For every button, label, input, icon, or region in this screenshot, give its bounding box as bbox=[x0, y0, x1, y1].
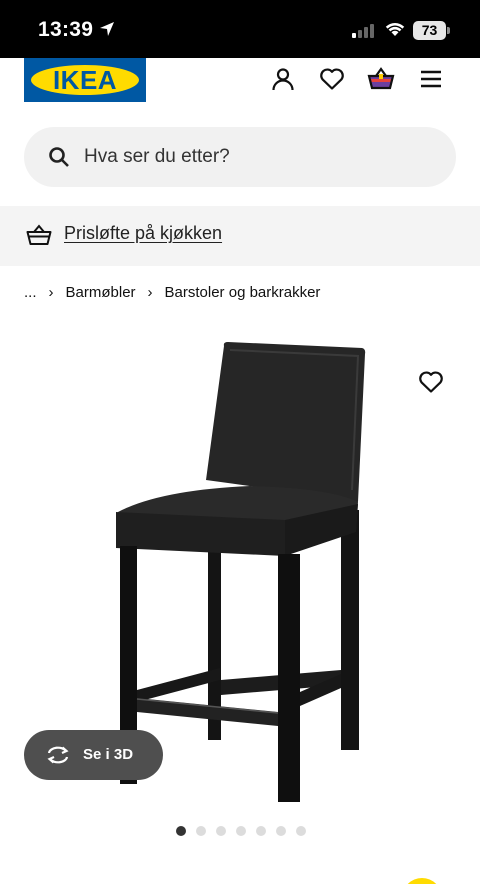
heart-icon bbox=[419, 371, 443, 393]
site-header: IKEA bbox=[0, 58, 480, 110]
heart-icon[interactable] bbox=[318, 65, 346, 93]
carousel-dots bbox=[176, 826, 306, 836]
view-3d-label: Se i 3D bbox=[83, 746, 134, 763]
promo-banner: Prisløfte på kjøkken bbox=[0, 206, 480, 266]
carousel-dot[interactable] bbox=[296, 826, 306, 836]
battery-cap bbox=[447, 27, 450, 34]
status-time: 13:39 bbox=[38, 18, 94, 41]
chevron-right-icon: › bbox=[147, 283, 153, 301]
wifi-icon bbox=[385, 21, 405, 42]
chair-footrest bbox=[137, 698, 278, 726]
carousel-dot[interactable] bbox=[256, 826, 266, 836]
carousel-dot[interactable] bbox=[176, 826, 186, 836]
price-promise-link[interactable]: Prisløfte på kjøkken bbox=[64, 223, 222, 244]
account-icon[interactable] bbox=[269, 65, 297, 93]
price-promise-basket-icon bbox=[26, 223, 52, 252]
floating-action-peek[interactable] bbox=[402, 878, 442, 884]
location-arrow-icon bbox=[98, 20, 116, 43]
search-placeholder: Hva ser du etter? bbox=[84, 146, 230, 167]
chair-front-leg-right bbox=[278, 554, 300, 802]
status-bar: 13:39 73 bbox=[0, 0, 480, 58]
search-icon bbox=[48, 146, 70, 173]
breadcrumb: ... › Barmøbler › Barstoler og barkrakke… bbox=[24, 281, 320, 303]
carousel-dot[interactable] bbox=[276, 826, 286, 836]
chevron-right-icon: › bbox=[48, 283, 54, 301]
rotate-3d-icon bbox=[45, 744, 71, 771]
breadcrumb-bar-stools[interactable]: Barstoler og barkrakker bbox=[165, 284, 321, 301]
favorite-button[interactable] bbox=[416, 368, 446, 396]
battery-icon: 73 bbox=[413, 21, 446, 40]
breadcrumb-bar-furniture[interactable]: Barmøbler bbox=[66, 284, 136, 301]
search-input[interactable]: Hva ser du etter? bbox=[24, 127, 456, 187]
cellular-signal-icon bbox=[352, 24, 376, 43]
chair-backrest bbox=[206, 342, 366, 502]
shopping-basket-icon[interactable] bbox=[367, 65, 395, 93]
carousel-dot[interactable] bbox=[216, 826, 226, 836]
menu-icon[interactable] bbox=[417, 65, 445, 93]
chair-side-stretcher-left bbox=[137, 668, 220, 702]
chair-back-leg-right bbox=[341, 510, 359, 750]
breadcrumb-ellipsis[interactable]: ... bbox=[24, 284, 37, 301]
ikea-logo[interactable]: IKEA bbox=[24, 58, 146, 102]
carousel-dot[interactable] bbox=[196, 826, 206, 836]
view-in-3d-button[interactable]: Se i 3D bbox=[24, 730, 163, 780]
carousel-dot[interactable] bbox=[236, 826, 246, 836]
logo-text: IKEA bbox=[52, 65, 118, 95]
